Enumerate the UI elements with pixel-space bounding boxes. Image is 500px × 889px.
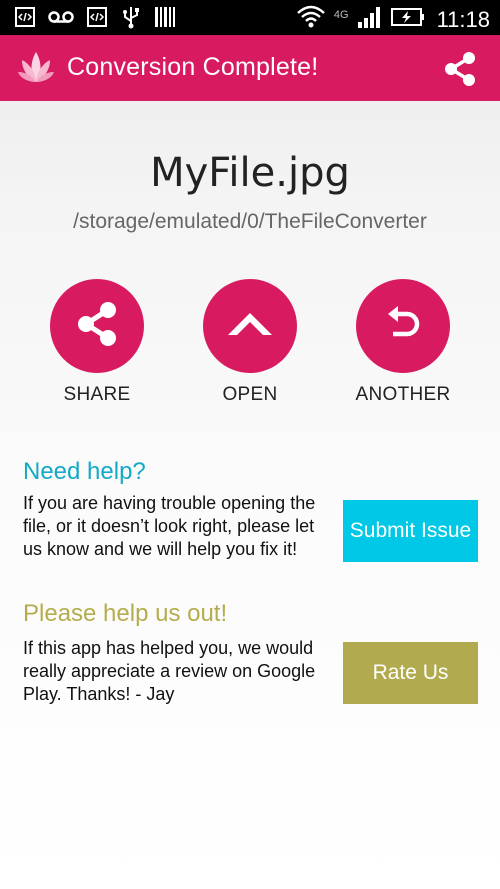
rate-heading: Please help us out! xyxy=(23,600,228,627)
rate-us-button[interactable]: Rate Us xyxy=(343,642,478,704)
another-button[interactable] xyxy=(356,279,450,373)
status-bar: 4G 11:18 xyxy=(0,0,500,35)
debug-code-icon xyxy=(14,6,36,28)
voicemail-icon xyxy=(48,6,74,28)
share-label: SHARE xyxy=(63,384,131,405)
undo-icon xyxy=(376,297,430,356)
open-label: OPEN xyxy=(222,384,278,405)
open-button[interactable] xyxy=(203,279,297,373)
usb-icon xyxy=(120,6,142,29)
share-action-icon[interactable] xyxy=(440,49,480,89)
submit-issue-button[interactable]: Submit Issue xyxy=(343,500,478,562)
debug-code-icon xyxy=(86,6,108,28)
clock: 11:18 xyxy=(436,6,490,32)
share-button[interactable] xyxy=(50,279,144,373)
share-icon xyxy=(70,297,124,356)
barcode-icon xyxy=(154,6,176,28)
page-title: Conversion Complete! xyxy=(67,53,319,81)
app-logo-icon xyxy=(16,48,56,88)
rate-text: If this app has helped you, we would rea… xyxy=(23,638,316,704)
battery-charging-icon xyxy=(390,7,425,32)
chevron-up-icon xyxy=(223,297,277,356)
help-heading: Need help? xyxy=(23,458,146,485)
action-bar: Conversion Complete! xyxy=(0,35,500,101)
network-type: 4G xyxy=(333,8,349,21)
signal-icon xyxy=(357,5,383,34)
system-status: 4G 11:18 xyxy=(296,4,490,35)
notification-icons xyxy=(14,6,176,29)
help-text: If you are having trouble opening the fi… xyxy=(23,493,316,559)
another-label: ANOTHER xyxy=(355,384,451,405)
file-path: /storage/emulated/0/TheFileConverter xyxy=(73,210,427,233)
file-name: MyFile.jpg xyxy=(150,150,350,196)
wifi-icon xyxy=(296,4,326,35)
